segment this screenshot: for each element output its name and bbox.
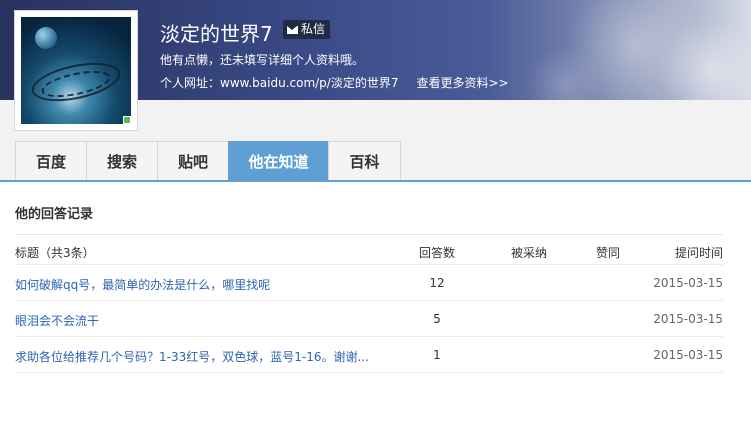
private-message-button[interactable]: 私信 — [283, 20, 331, 39]
question-time: 2015-03-15 — [653, 312, 723, 326]
avatar-image — [21, 17, 131, 124]
planet-graphic — [35, 27, 57, 49]
answer-records-title: 他的回答记录 — [15, 207, 94, 222]
mail-icon — [287, 25, 298, 34]
header-likes: 赞同 — [595, 246, 620, 260]
tab-search[interactable]: 搜索 — [86, 141, 158, 181]
divider — [15, 234, 723, 235]
tab-baike[interactable]: 百科 — [328, 141, 401, 181]
question-time: 2015-03-15 — [653, 348, 723, 362]
tab-baidu[interactable]: 百度 — [15, 141, 87, 181]
profile-url-line: 个人网址：www.baidu.com/p/淡定的世界7 查看更多资料>> — [160, 74, 509, 91]
avatar[interactable] — [14, 10, 138, 131]
divider — [15, 372, 723, 373]
profile-tabs: 百度 搜索 贴吧 他在知道 百科 — [15, 141, 401, 181]
view-more-profile-link[interactable]: 查看更多资料>> — [416, 76, 508, 90]
answer-count: 12 — [429, 276, 445, 290]
profile-url-link[interactable]: www.baidu.com/p/淡定的世界7 — [220, 76, 398, 90]
header-accepted: 被采纳 — [510, 246, 547, 260]
tab-zhidao[interactable]: 他在知道 — [228, 141, 329, 181]
tab-underline — [0, 180, 751, 182]
profile-bio: 他有点懒，还未填写详细个人资料哦。 — [160, 53, 365, 67]
profile-username: 淡定的世界7 — [160, 22, 273, 46]
question-time: 2015-03-15 — [653, 276, 723, 290]
private-message-label: 私信 — [301, 22, 326, 36]
header-answers: 回答数 — [418, 246, 455, 260]
question-link[interactable]: 求助各位给推荐几个号码？1-33红号，双色球，蓝号1-16。谢谢... — [15, 348, 369, 365]
profile-url-label: 个人网址： — [160, 76, 221, 90]
answer-count: 1 — [433, 348, 441, 362]
header-title: 标题（共3条） — [15, 246, 95, 260]
answer-count: 5 — [433, 312, 441, 326]
question-link[interactable]: 眼泪会不会流干 — [15, 312, 99, 329]
divider — [15, 264, 723, 265]
divider — [15, 336, 723, 337]
divider — [15, 300, 723, 301]
online-status-icon — [123, 116, 131, 124]
question-link[interactable]: 如何破解qq号，最简单的办法是什么，哪里找呢 — [15, 276, 270, 293]
tab-tieba[interactable]: 贴吧 — [157, 141, 229, 181]
header-time: 提问时间 — [674, 246, 723, 260]
